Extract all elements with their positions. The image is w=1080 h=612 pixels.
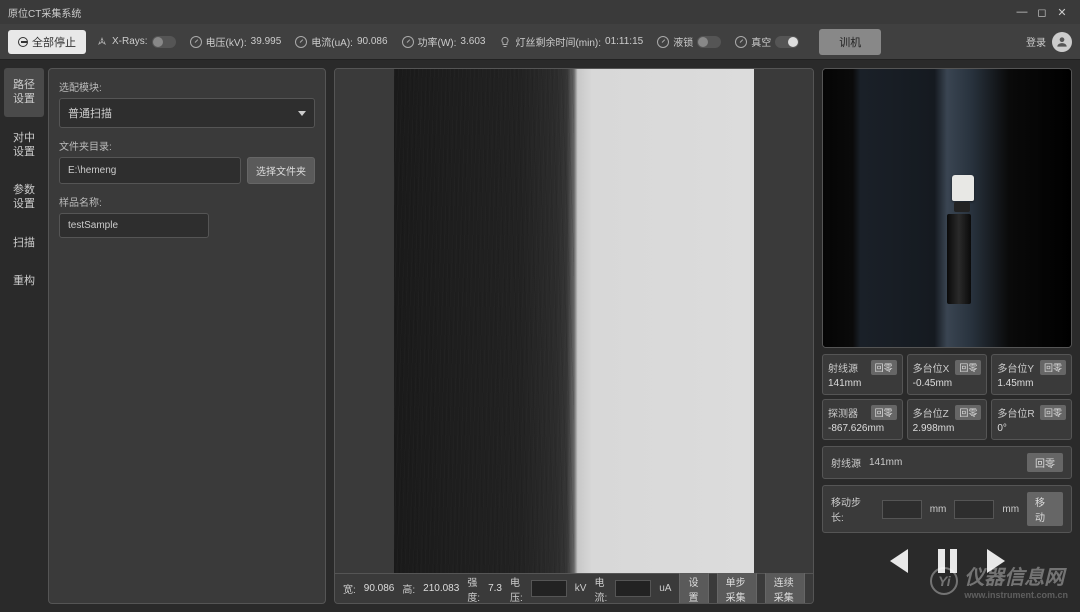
zero-multiR-button[interactable]: 回零 (1040, 405, 1066, 420)
image-viewer: 宽:90.086 高:210.083 强度:7.3 电压: kV 电流: uA … (334, 68, 814, 604)
vacuum-status: 真空 (731, 34, 803, 49)
step-input-1[interactable] (882, 500, 922, 519)
vacuum-icon (735, 36, 747, 48)
cooling-status: 液锁 (653, 34, 725, 49)
prev-button[interactable] (890, 549, 908, 573)
avatar-icon (1052, 32, 1072, 52)
right-panel: 射线源回零 141mm 多台位X回零 -0.45mm 多台位Y回零 1.45mm… (822, 68, 1072, 604)
xray-image (394, 69, 754, 573)
move-step-row: 移动步长: mm mm 移动 (822, 485, 1072, 533)
tab-scan[interactable]: 扫描 (4, 226, 44, 260)
step-input-2[interactable] (954, 500, 994, 519)
pos-detector: 探测器回零 -867.626mm (822, 399, 903, 440)
tab-path[interactable]: 路径 设置 (4, 68, 44, 117)
close-button[interactable]: ✕ (1052, 6, 1072, 19)
stop-all-label: 全部停止 (32, 34, 76, 50)
next-button[interactable] (987, 549, 1005, 573)
title-bar: 原位CT采集系统 — ◻ ✕ (0, 0, 1080, 24)
sample-label: 样品名称: (59, 194, 315, 209)
left-tabs: 路径 设置 对中 设置 参数 设置 扫描 重构 (0, 60, 48, 612)
current-input[interactable] (615, 580, 651, 597)
stop-all-button[interactable]: 全部停止 (8, 30, 86, 54)
image-info-bar: 宽:90.086 高:210.083 强度:7.3 电压: kV 电流: uA … (335, 573, 813, 603)
toolbar: 全部停止 X-Rays: 电压(kV): 39.995 电流(uA): 90.0… (0, 24, 1080, 60)
module-dropdown[interactable]: 普通扫描 (59, 98, 315, 128)
camera-image (823, 69, 1071, 347)
pos-multiX: 多台位X回零 -0.45mm (907, 354, 988, 395)
settings-panel: 选配模块: 普通扫描 文件夹目录: 选择文件夹 样品名称: (48, 68, 326, 604)
pause-button[interactable] (938, 549, 957, 573)
pos-multiR: 多台位R回零 0° (991, 399, 1072, 440)
cooling-toggle[interactable] (697, 36, 721, 48)
app-title: 原位CT采集系统 (8, 5, 1012, 20)
gauge-icon (295, 36, 307, 48)
module-label: 选配模块: (59, 79, 315, 94)
login-button[interactable]: 登录 (1026, 32, 1072, 52)
maximize-button[interactable]: ◻ (1032, 6, 1052, 19)
voltage-input[interactable] (531, 580, 567, 597)
power-status: 功率(W): 3.603 (398, 34, 490, 49)
vacuum-toggle[interactable] (775, 36, 799, 48)
playback-controls (822, 549, 1072, 573)
zero-multiZ-button[interactable]: 回零 (955, 405, 981, 420)
radiation-icon (96, 36, 108, 48)
sample-input[interactable] (59, 213, 209, 238)
folder-label: 文件夹目录: (59, 138, 315, 153)
zero-multiY-button[interactable]: 回零 (1040, 360, 1066, 375)
folder-input[interactable] (59, 157, 241, 184)
move-target-row: 射线源 141mm 回零 (822, 446, 1072, 479)
tab-param[interactable]: 参数 设置 (4, 173, 44, 222)
tab-recon[interactable]: 重构 (4, 264, 44, 298)
stop-icon (18, 37, 28, 47)
camera-view (822, 68, 1072, 348)
zero-multiX-button[interactable]: 回零 (955, 360, 981, 375)
pos-multiY: 多台位Y回零 1.45mm (991, 354, 1072, 395)
cooling-icon (657, 36, 669, 48)
zero-move-button[interactable]: 回零 (1027, 453, 1063, 472)
voltage-status: 电压(kV): 39.995 (186, 34, 286, 49)
zero-source-button[interactable]: 回零 (871, 360, 897, 375)
xrays-toggle[interactable] (152, 36, 176, 48)
xrays-status: X-Rays: (92, 36, 180, 48)
move-button[interactable]: 移动 (1027, 492, 1063, 526)
choose-folder-button[interactable]: 选择文件夹 (247, 157, 315, 184)
current-status: 电流(uA): 90.086 (291, 34, 391, 49)
xray-image-area[interactable] (335, 69, 813, 573)
zero-detector-button[interactable]: 回零 (871, 405, 897, 420)
train-button[interactable]: 训机 (819, 29, 881, 55)
bulb-icon (499, 36, 511, 48)
gauge-icon (402, 36, 414, 48)
chevron-down-icon (298, 111, 306, 116)
gauge-icon (190, 36, 202, 48)
filament-status: 灯丝剩余时间(min): 01:11:15 (495, 34, 647, 49)
minimize-button[interactable]: — (1012, 6, 1032, 18)
pos-multiZ: 多台位Z回零 2.998mm (907, 399, 988, 440)
pos-source: 射线源回零 141mm (822, 354, 903, 395)
tab-align[interactable]: 对中 设置 (4, 121, 44, 170)
